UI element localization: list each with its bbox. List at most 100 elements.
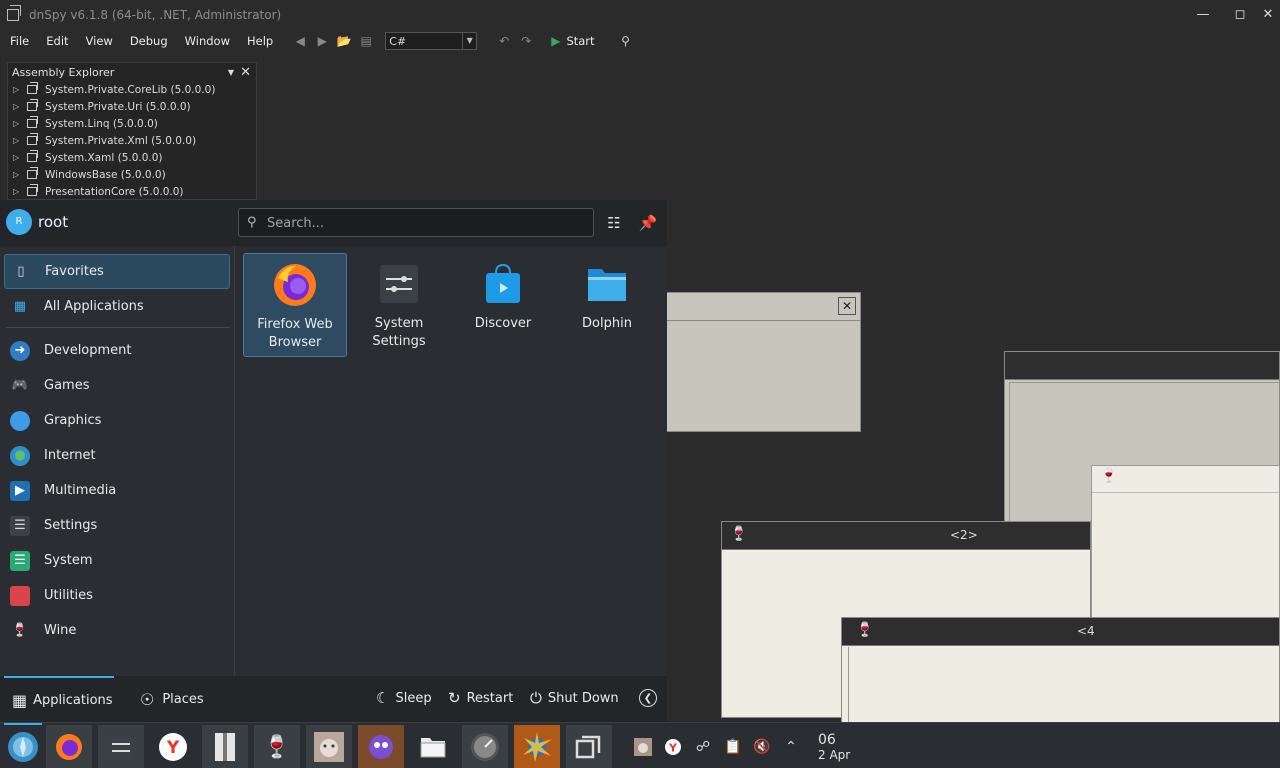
folder-icon xyxy=(420,738,446,758)
tray-yandex-icon[interactable]: Y xyxy=(662,736,684,758)
search-input[interactable] xyxy=(267,213,587,233)
tab-places[interactable]: ☉ Places xyxy=(140,676,204,722)
close-icon[interactable]: ✕ xyxy=(240,65,251,80)
assembly-item[interactable]: ▷ WindowsBase (5.0.0.0) xyxy=(8,166,256,183)
expand-icon[interactable]: ▷ xyxy=(13,119,23,128)
pin-icon[interactable]: 📌 xyxy=(637,212,659,234)
assembly-item[interactable]: ▷ PresentationCore (5.0.0.0) xyxy=(8,183,256,200)
maximize-icon[interactable]: ◻ xyxy=(1232,7,1248,23)
menu-file[interactable]: File xyxy=(10,34,29,48)
menu-window[interactable]: Window xyxy=(185,34,230,48)
launcher-button[interactable] xyxy=(0,725,46,768)
taskbar-dnspy[interactable] xyxy=(566,725,612,768)
graphics-icon xyxy=(10,410,30,431)
volume-muted-icon[interactable]: 🔇 xyxy=(751,736,773,758)
window-titlebar[interactable]: 🍷 <4 xyxy=(842,618,1279,646)
category-settings[interactable]: ☰ Settings xyxy=(4,508,230,543)
assembly-item[interactable]: ▷ System.Private.Xml (5.0.0.0) xyxy=(8,132,256,149)
menu-edit[interactable]: Edit xyxy=(46,34,68,48)
window-titlebar[interactable]: 🍷 <2> xyxy=(722,522,1090,550)
menu-view[interactable]: View xyxy=(86,34,113,48)
taskbar-image-viewer[interactable] xyxy=(306,725,352,768)
category-favorites[interactable]: ▯ Favorites xyxy=(4,254,230,289)
firefox-icon xyxy=(56,734,82,760)
tray-cat-icon[interactable] xyxy=(632,736,654,758)
taskbar-yandex[interactable]: Y xyxy=(150,725,196,768)
taskbar-firefox[interactable] xyxy=(46,725,92,768)
chevron-up-icon[interactable]: ⌃ xyxy=(780,736,802,758)
category-multimedia[interactable]: ▶ Multimedia xyxy=(4,473,230,508)
assembly-item[interactable]: ▷ System.Private.CoreLib (5.0.0.0) xyxy=(8,81,256,98)
assembly-item[interactable]: ▷ System.Linq (5.0.0.0) xyxy=(8,115,256,132)
category-wine[interactable]: 🍷 Wine xyxy=(4,613,230,648)
start-debug-button[interactable]: ▶ Start xyxy=(551,34,594,48)
app-dolphin[interactable]: Dolphin xyxy=(555,253,659,357)
expand-icon[interactable]: ▷ xyxy=(13,102,23,111)
shutdown-button[interactable]: ⏻ Shut Down xyxy=(530,689,619,707)
search-box[interactable]: ⚲ xyxy=(238,208,594,237)
avatar[interactable]: R xyxy=(6,209,32,235)
app-discover[interactable]: Discover xyxy=(451,253,555,357)
back-icon[interactable]: ◀ xyxy=(291,32,309,50)
update-notifier-icon[interactable]: ☍ xyxy=(692,736,714,758)
minimize-icon[interactable]: — xyxy=(1195,7,1211,23)
forward-icon[interactable]: ▶ xyxy=(313,32,331,50)
configure-icon[interactable]: ☷ xyxy=(603,212,625,234)
close-icon[interactable]: ✕ xyxy=(838,297,856,315)
taskbar-archiver[interactable] xyxy=(202,725,248,768)
expand-icon[interactable]: ▷ xyxy=(13,153,23,162)
expand-icon[interactable]: ▷ xyxy=(13,187,23,196)
assembly-icon xyxy=(27,116,38,128)
toolbox-icon xyxy=(10,585,30,606)
clipboard-icon[interactable]: 📋 xyxy=(722,736,744,758)
assembly-item[interactable]: ▷ System.Private.Uri (5.0.0.0) xyxy=(8,98,256,115)
expand-icon[interactable]: ▷ xyxy=(13,170,23,179)
chevron-down-icon[interactable]: ▼ xyxy=(228,68,234,77)
category-graphics[interactable]: Graphics xyxy=(4,403,230,438)
app-system-settings[interactable]: System Settings xyxy=(347,253,451,357)
redo-icon[interactable]: ↷ xyxy=(517,32,535,50)
development-icon: ➜ xyxy=(10,340,30,361)
application-launcher: R root ⚲ ☷ 📌 ▯ Favorites ▦ All Applicati… xyxy=(0,200,667,722)
restart-button[interactable]: ↻ Restart xyxy=(448,689,513,707)
taskbar-winecfg[interactable] xyxy=(514,725,560,768)
taskbar-bonzi[interactable] xyxy=(358,725,404,768)
category-system[interactable]: ☰ System xyxy=(4,543,230,578)
language-value: C# xyxy=(389,34,407,48)
undo-icon[interactable]: ↶ xyxy=(495,32,513,50)
clock-date: 2 Apr xyxy=(818,748,851,762)
folder-icon xyxy=(584,261,630,307)
kde-launcher-icon xyxy=(8,732,38,762)
expand-icon[interactable]: ▷ xyxy=(13,85,23,94)
tab-applications[interactable]: ▦ Applications xyxy=(4,676,114,722)
open-file-icon[interactable]: 📂 xyxy=(335,32,353,50)
window-titlebar[interactable]: ✕ xyxy=(667,293,860,321)
language-select[interactable]: C# ▼ xyxy=(385,32,478,50)
category-development[interactable]: ➜ Development xyxy=(4,333,230,368)
sleep-button[interactable]: ☾ Sleep xyxy=(376,689,432,707)
taskbar-system-settings[interactable] xyxy=(98,725,144,768)
wine-window-1[interactable]: ✕ xyxy=(666,292,861,432)
start-label: Start xyxy=(566,34,595,48)
category-all-applications[interactable]: ▦ All Applications xyxy=(4,289,230,324)
leave-menu-icon[interactable]: ❮ xyxy=(639,689,657,707)
category-utilities[interactable]: Utilities xyxy=(4,578,230,613)
gamepad-icon: 🎮 xyxy=(11,378,29,393)
category-games[interactable]: 🎮 Games xyxy=(4,368,230,403)
category-internet[interactable]: ● Internet xyxy=(4,438,230,473)
window-titlebar[interactable] xyxy=(1005,352,1279,380)
menu-help[interactable]: Help xyxy=(247,34,273,48)
taskbar-file-manager[interactable] xyxy=(410,725,456,768)
search-icon[interactable]: ⚲ xyxy=(617,32,635,50)
assembly-item[interactable]: ▷ System.Xaml (5.0.0.0) xyxy=(8,149,256,166)
expand-icon[interactable]: ▷ xyxy=(13,136,23,145)
close-icon[interactable]: ✕ xyxy=(1260,7,1276,23)
clock-time: 06 xyxy=(818,732,836,748)
menu-debug[interactable]: Debug xyxy=(130,34,168,48)
taskbar-gauge[interactable] xyxy=(462,725,508,768)
app-firefox[interactable]: Firefox Web Browser xyxy=(243,253,347,357)
wine-icon: 🍷 xyxy=(730,526,748,542)
digital-clock[interactable]: 06 2 Apr xyxy=(818,732,850,762)
taskbar-wine[interactable]: 🍷 xyxy=(254,725,300,768)
open-list-icon[interactable]: ▤ xyxy=(357,32,375,50)
